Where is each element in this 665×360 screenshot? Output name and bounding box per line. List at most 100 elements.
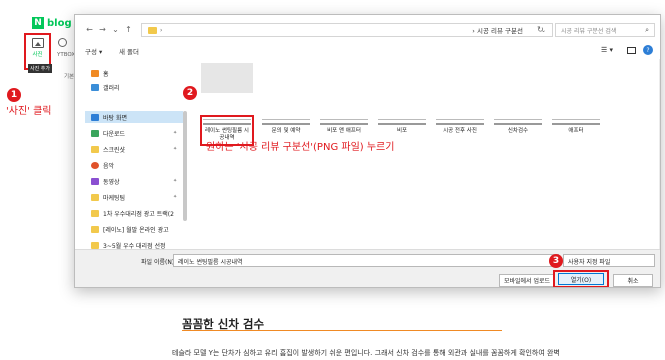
sidebar-item-screenshots[interactable]: 스크린샷 [91, 143, 125, 155]
file-list-scrollbar[interactable] [659, 59, 660, 249]
sidebar-item-label: 동영상 [103, 178, 120, 186]
recent-locations-button[interactable]: ⌄ [109, 25, 122, 34]
photo-icon [31, 38, 44, 48]
step-1-annotation: '사진' 클릭 [6, 106, 52, 117]
search-input[interactable]: 시공 리뷰 구분선 검색 ⌕ [555, 23, 655, 37]
file-item[interactable]: 시공 전후 사진 [433, 119, 487, 135]
pin-icon: ✦ [173, 146, 178, 152]
sidebar-item-label: 1차 우수대리점 광고 트랙(2 [103, 210, 174, 218]
file-list: 레이노 썬팅필름 시공내역 문의 및 예약 비포 앤 애프터 비포 시공 전후 … [193, 59, 659, 249]
home-icon [91, 69, 99, 77]
file-thumbnail [494, 119, 542, 125]
sidebar-item-marketing[interactable]: 마케팅팀 [91, 191, 125, 203]
sidebar-item-folder-3[interactable]: 3~5월 우수 대리점 선정 [91, 239, 166, 249]
file-name: 비포 앤 애프터 [327, 128, 361, 134]
filename-label: 파일 이름(N): [141, 259, 177, 266]
sidebar-item-label: 마케팅팀 [103, 194, 126, 202]
file-name: 애프터 [568, 128, 584, 134]
add-photo-button[interactable]: 사진 사진 추가 [24, 33, 52, 73]
file-item[interactable]: 비포 앤 애프터 [317, 119, 371, 135]
filetype-select[interactable]: 사용자 지정 파일 [563, 254, 655, 267]
sidebar-item-videos[interactable]: 동영상 [91, 175, 120, 187]
open-button[interactable]: 열기(O) [558, 273, 604, 285]
sidebar-scrollbar[interactable] [183, 111, 187, 221]
view-options-button[interactable]: ☰ ▾ [601, 46, 613, 54]
file-thumbnail [203, 119, 251, 125]
pin-icon: ✦ [173, 130, 178, 136]
file-name: 비포 [396, 128, 408, 134]
up-button[interactable]: ↑ [122, 25, 135, 34]
cancel-button[interactable]: 취소 [613, 274, 653, 287]
pin-icon: ✦ [173, 178, 178, 184]
photo-tooltip: 사진 추가 [28, 64, 52, 73]
file-item[interactable]: 애프터 [549, 119, 603, 135]
sidebar-item-label: 바탕 화면 [103, 114, 127, 122]
sidebar-item-label: 음악 [103, 162, 115, 170]
chevron-right-icon: › [160, 26, 163, 34]
search-placeholder: 시공 리뷰 구분선 검색 [561, 27, 617, 35]
step-1-marker: 1 [7, 88, 21, 102]
naver-blog-logo: N blog [32, 16, 72, 30]
dialog-toolbar: 구성 ▾ 새 폴더 ☰ ▾ ? [75, 43, 660, 59]
sidebar-item-downloads[interactable]: 다운로드 [91, 127, 125, 139]
pin-icon: ✦ [173, 194, 178, 200]
download-icon [91, 129, 99, 137]
file-thumbnail [436, 119, 484, 125]
file-item[interactable]: 신차검수 [491, 119, 545, 135]
file-item[interactable]: 문의 및 예약 [259, 119, 313, 135]
forward-button[interactable]: → [96, 25, 109, 34]
open-button-highlight: 열기(O) [553, 270, 609, 287]
folder-icon [91, 145, 99, 153]
file-thumbnail [262, 119, 310, 125]
sidebar-item-folder-2[interactable]: [레이노] 월말 온라인 광고 [91, 223, 169, 235]
file-name: 시공 전후 사진 [443, 128, 477, 134]
article-title-underline [182, 330, 502, 331]
preview-pane-icon[interactable] [627, 47, 636, 54]
gallery-icon [91, 83, 99, 91]
dialog-footer: 파일 이름(N): 레이노 썬팅필름 시공내역 사용자 지정 파일 모바일에서 … [75, 249, 660, 287]
music-icon [91, 161, 99, 169]
sidebar-item-label: 다운로드 [103, 130, 126, 138]
step-3-marker: 3 [549, 254, 563, 268]
sidebar-item-music[interactable]: 음악 [91, 159, 114, 171]
file-name: 문의 및 예약 [271, 128, 301, 134]
file-thumbnail[interactable] [201, 63, 253, 93]
screen: N blog 사진 사진 추가 YTBOX 기본 1 '사진' 클릭 꼼꼼한 신… [0, 0, 665, 360]
address-bar[interactable]: › › 시공 리뷰 구분선 ⌄ [141, 23, 553, 37]
desktop-icon [91, 113, 99, 121]
step-2-annotation: 원하는 '시공 리뷰 구분선'(PNG 파일) 누르기 [206, 142, 395, 153]
sidebar-item-label: 갤러리 [103, 84, 120, 92]
folder-icon [148, 26, 157, 34]
search-icon: ⌕ [645, 25, 649, 34]
sidebar-item-desktop[interactable]: 바탕 화면 [85, 111, 183, 123]
organize-menu[interactable]: 구성 ▾ [85, 46, 102, 56]
ytbox-icon[interactable] [58, 38, 67, 47]
sidebar-item-label: 스크린샷 [103, 146, 126, 154]
sidebar-item-label: 3~5월 우수 대리점 선정 [103, 242, 166, 250]
video-icon [91, 177, 99, 185]
mobile-upload-button[interactable]: 모바일에서 업로드 [499, 274, 555, 287]
refresh-button[interactable]: ↻ [537, 25, 544, 34]
sidebar-item-label: [레이노] 월말 온라인 광고 [103, 226, 169, 234]
article-body: 테슬라 모델 Y는 단차가 심하고 유리 흠집이 발생하기 쉬운 편입니다. 그… [172, 349, 560, 357]
step-2-marker: 2 [183, 86, 197, 100]
toolbar-truncated-label: 기본 [64, 74, 75, 80]
file-item[interactable]: 비포 [375, 119, 429, 135]
file-thumbnail [378, 119, 426, 125]
folder-icon [91, 193, 99, 201]
filename-input[interactable]: 레이노 썬팅필름 시공내역 [173, 254, 559, 267]
help-icon[interactable]: ? [643, 45, 653, 55]
blog-wordmark: blog [47, 17, 72, 29]
photo-button-label: 사진 [32, 52, 43, 58]
file-name: 신차검수 [507, 128, 529, 134]
sidebar-item-label: 홈 [103, 70, 109, 78]
naver-n-badge: N [32, 17, 44, 29]
sidebar-item-folder-1[interactable]: 1차 우수대리점 광고 트랙(2 [91, 207, 174, 219]
new-folder-button[interactable]: 새 폴더 [119, 46, 139, 56]
file-thumbnail [552, 119, 600, 125]
sidebar-item-home[interactable]: 홈 [91, 67, 109, 79]
sidebar-item-gallery[interactable]: 갤러리 [91, 81, 120, 93]
folder-icon [91, 225, 99, 233]
back-button[interactable]: ← [83, 25, 96, 34]
navigation-pane: 홈 갤러리 바탕 화면 다운로드 ✦ 스크린샷 ✦ 음악 동영상 ✦ 마케팅팀 … [75, 59, 189, 249]
